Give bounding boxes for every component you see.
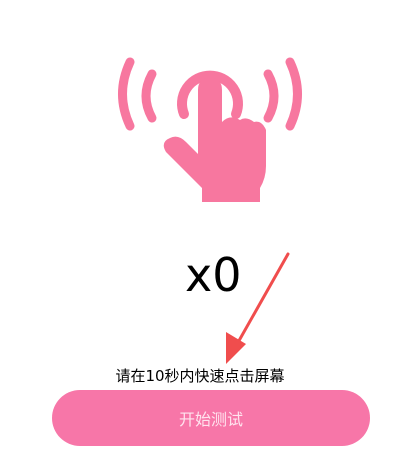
tap-gesture-icon: [110, 44, 310, 204]
start-test-button[interactable]: 开始测试: [52, 390, 370, 446]
instruction-text: 请在10秒内快速点击屏幕: [115, 367, 285, 385]
tap-counter: x0: [185, 248, 242, 302]
